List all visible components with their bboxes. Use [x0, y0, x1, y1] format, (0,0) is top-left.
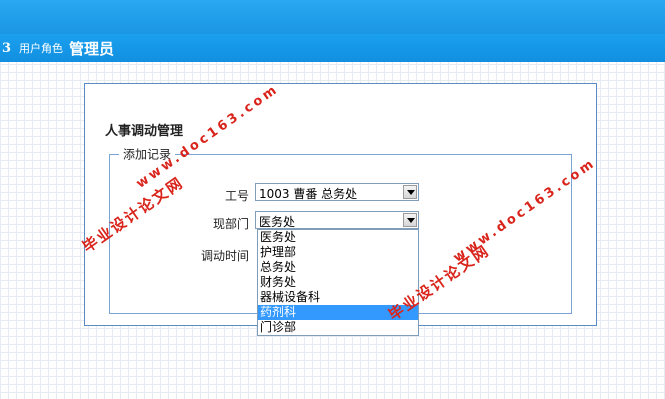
department-select-value: 医务处	[259, 215, 296, 229]
step-number: 3	[2, 40, 12, 56]
department-select[interactable]: 医务处	[255, 211, 419, 229]
role-label: 用户角色	[19, 42, 64, 55]
chevron-down-icon[interactable]	[403, 185, 417, 199]
top-banner	[0, 0, 665, 34]
role-bar: 3 用户角色 管理员	[0, 34, 665, 62]
dropdown-option[interactable]: 总务处	[258, 260, 418, 275]
current-department-label: 现部门	[212, 217, 249, 231]
panel-title: 人事调动管理	[105, 124, 184, 139]
dropdown-option[interactable]: 护理部	[258, 245, 418, 260]
dropdown-option[interactable]: 医务处	[258, 230, 418, 245]
role-value: 管理员	[69, 39, 115, 58]
dropdown-option[interactable]: 财务处	[258, 275, 418, 290]
chevron-down-icon[interactable]	[403, 213, 417, 227]
employee-select-value: 1003 曹番 总务处	[259, 187, 358, 201]
employee-select[interactable]: 1003 曹番 总务处	[255, 183, 419, 201]
transfer-date-label: 调动时间	[200, 249, 249, 263]
employee-id-label: 工号	[224, 189, 249, 203]
